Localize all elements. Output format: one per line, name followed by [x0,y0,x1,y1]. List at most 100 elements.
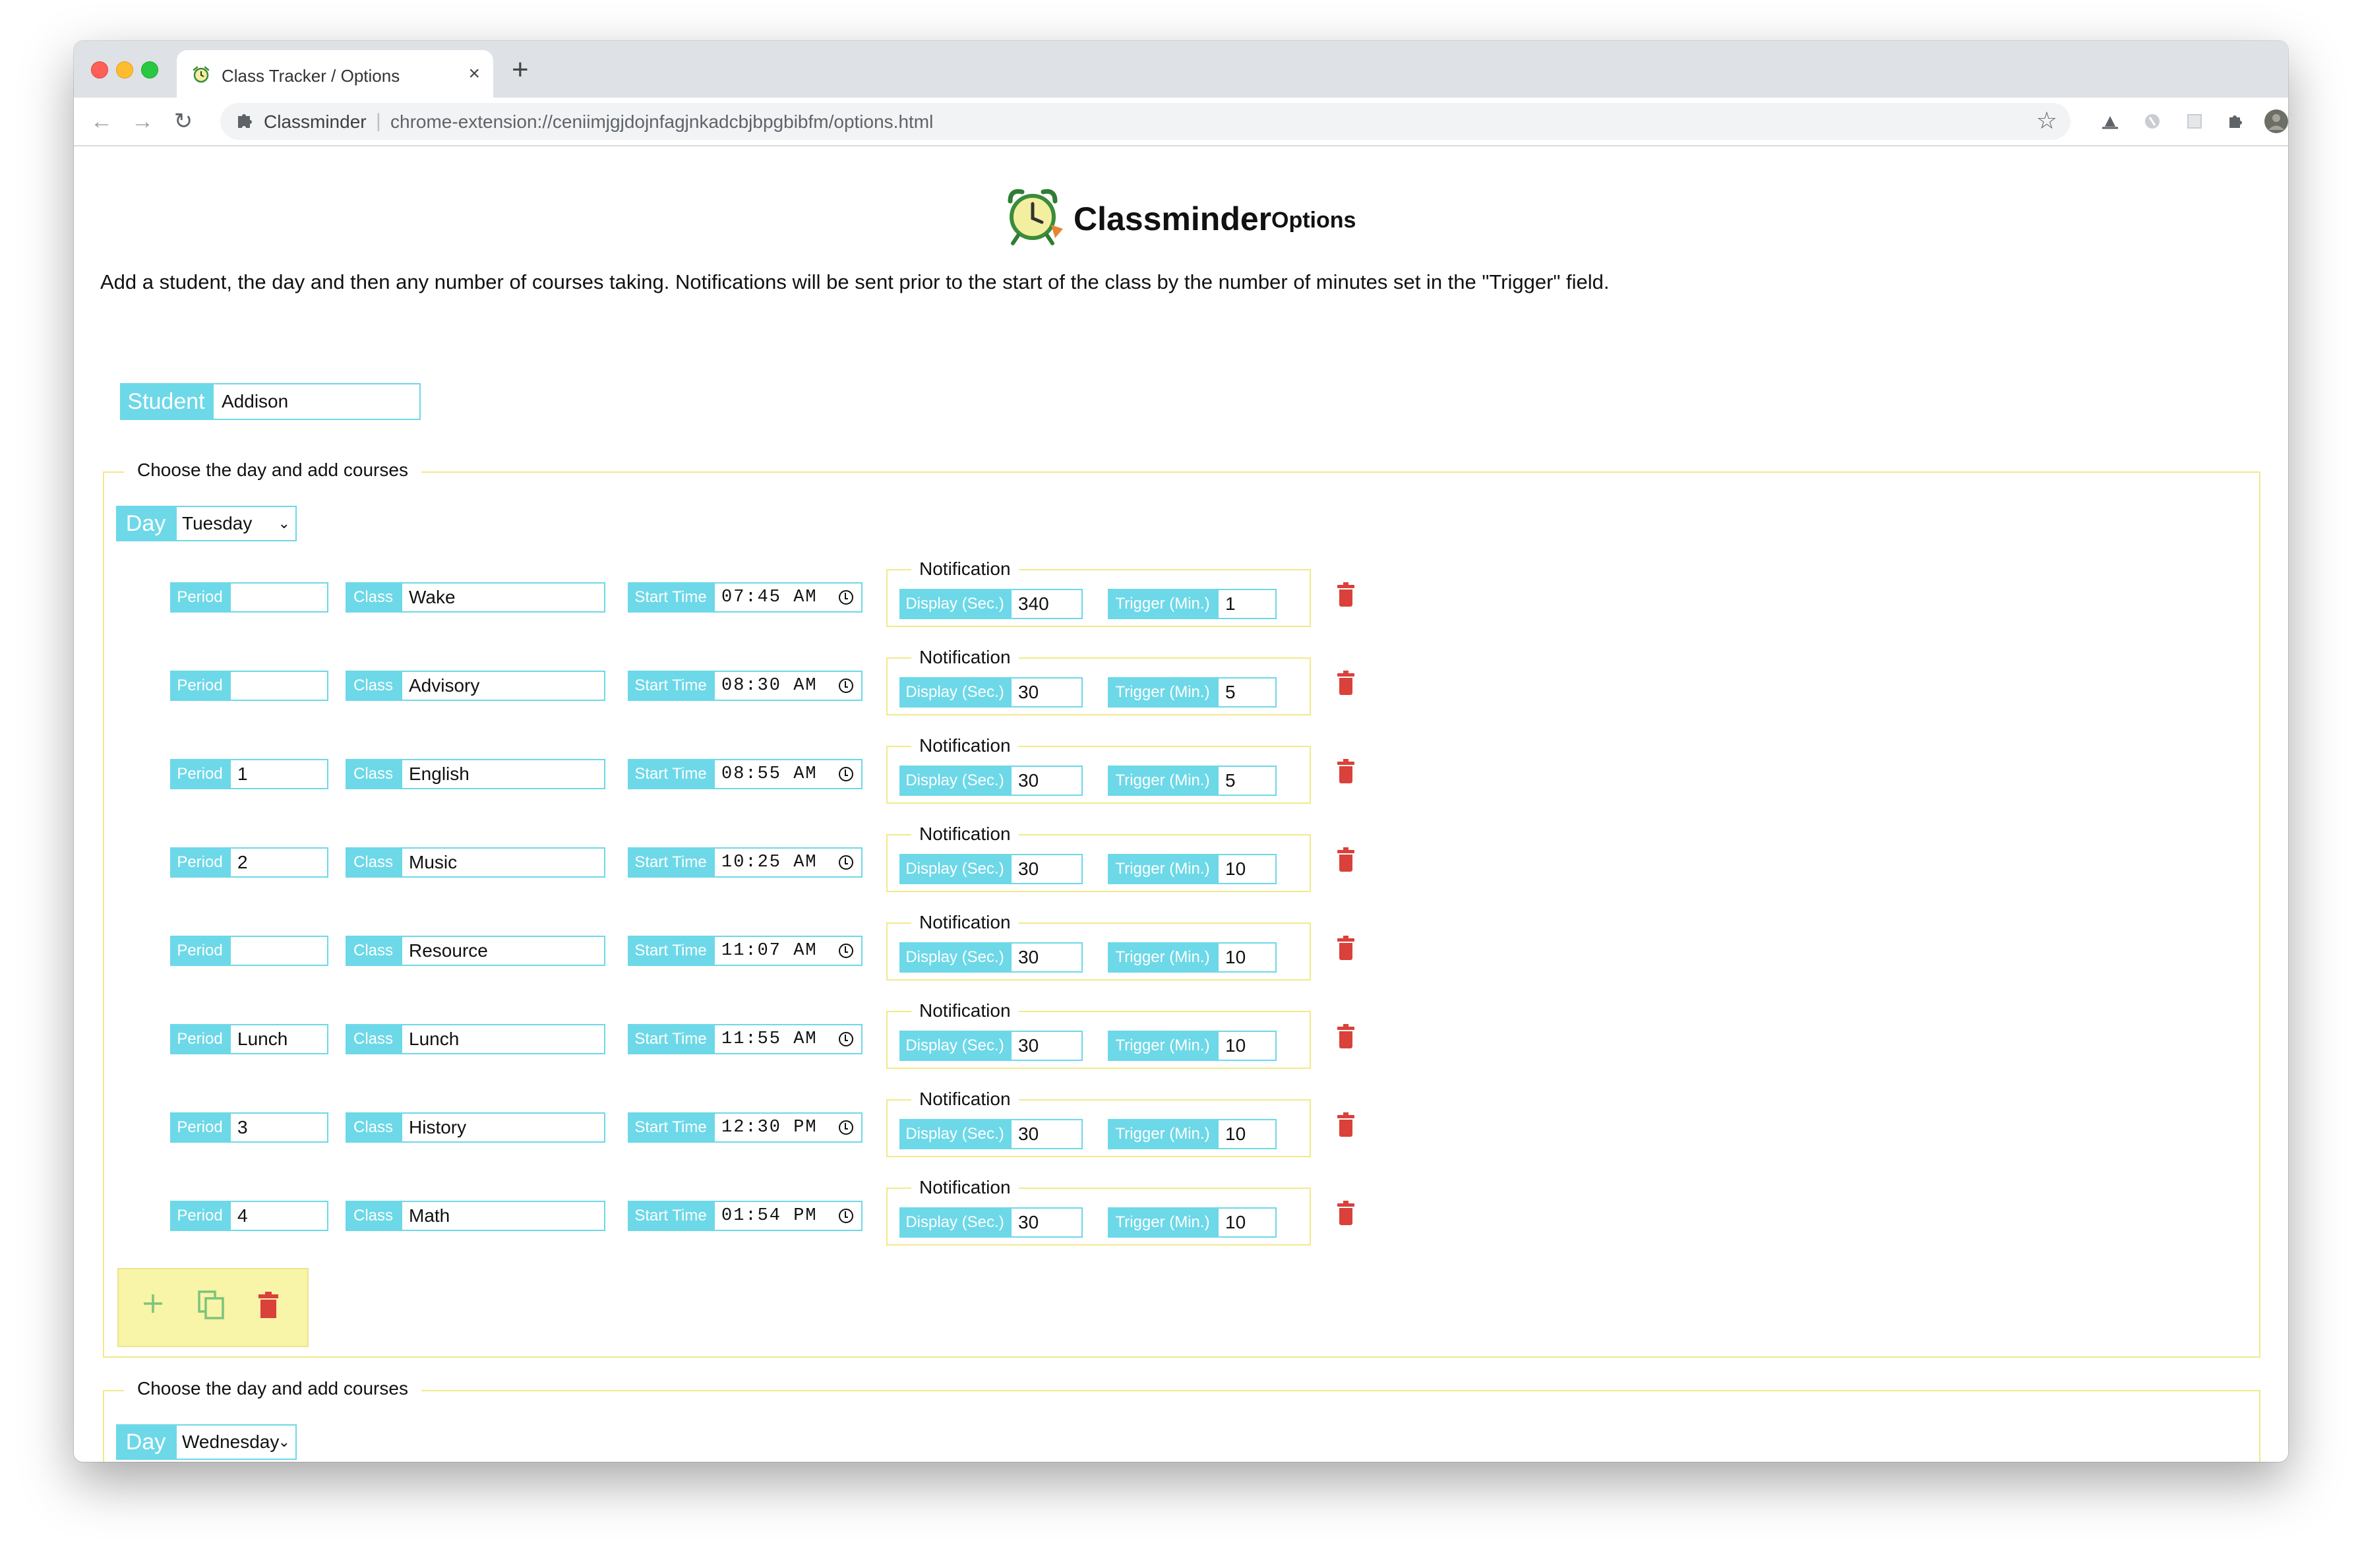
reload-icon[interactable]: ↻ [169,107,198,136]
new-tab-button[interactable]: + [512,55,529,84]
trigger-minutes-input[interactable]: 5 [1217,677,1277,708]
omnibox-separator: | [376,110,381,132]
tab-close-icon[interactable]: × [468,62,480,86]
extension-name: Classminder [264,111,367,132]
period-label: Period [170,1112,229,1143]
delete-course-trash-icon[interactable] [1337,582,1354,607]
bookmark-star-icon[interactable]: ☆ [2036,107,2057,135]
period-input[interactable]: 1 [229,759,328,789]
address-bar[interactable]: Classminder | chrome-extension://ceniimj… [220,103,2071,140]
start-time-value: 07:45 AM [721,588,818,607]
clock-icon[interactable] [839,944,853,958]
display-seconds-input[interactable]: 30 [1010,1207,1083,1238]
tab-options[interactable]: Class Tracker / Options × [177,50,493,98]
add-icon[interactable] [140,1290,166,1317]
day-select[interactable]: Tuesday ⌄ [175,506,297,541]
delete-course-trash-icon[interactable] [1337,671,1354,696]
drive-icon[interactable] [2097,108,2123,135]
clock-icon[interactable] [839,678,853,693]
clock-icon[interactable] [839,1032,853,1046]
extension-circle-icon[interactable] [2139,108,2165,135]
clock-icon[interactable] [839,590,853,605]
period-input[interactable] [229,582,328,613]
class-input[interactable]: Math [401,1201,605,1231]
trigger-label: Trigger (Min.) [1108,1119,1217,1149]
period-input[interactable] [229,671,328,701]
display-seconds-input[interactable]: 30 [1010,942,1083,973]
display-seconds-input[interactable]: 30 [1010,766,1083,796]
class-input[interactable]: English [401,759,605,789]
forward-arrow-icon[interactable]: → [128,107,157,136]
delete-all-trash-icon[interactable] [258,1292,278,1318]
start-time-input[interactable]: 11:07 AM [713,936,863,966]
trigger-minutes-input[interactable]: 10 [1217,1207,1277,1238]
start-time-input[interactable]: 12:30 PM [713,1112,863,1143]
clock-icon[interactable] [839,855,853,870]
start-time-label: Start Time [628,759,713,789]
class-input[interactable]: Lunch [401,1024,605,1054]
class-label: Class [346,1201,401,1231]
display-seconds-input[interactable]: 30 [1010,854,1083,884]
period-label: Period [170,582,229,613]
class-input[interactable]: Advisory [401,671,605,701]
start-time-input[interactable]: 08:55 AM [713,759,863,789]
notification-legend: Notification [911,647,1019,668]
display-seconds-input[interactable]: 30 [1010,1031,1083,1061]
trigger-minutes-input[interactable]: 10 [1217,1031,1277,1061]
period-input[interactable]: Lunch [229,1024,328,1054]
trigger-minutes-input[interactable]: 1 [1217,589,1277,619]
delete-course-trash-icon[interactable] [1337,759,1354,784]
extension-square-icon[interactable] [2181,108,2208,135]
day-select[interactable]: Wednesday ⌄ [175,1424,297,1460]
minimize-window-button[interactable] [116,61,133,78]
notification-legend: Notification [911,735,1019,756]
notification-fieldset: Notification Display (Sec.) 30 Trigger (Min… [886,912,1311,980]
trigger-label: Trigger (Min.) [1108,766,1217,796]
course-row: Period 2 Class Music Start Time 10:25 AM Notif… [104,824,1354,900]
class-label: Class [346,847,401,878]
delete-course-trash-icon[interactable] [1337,847,1354,872]
clock-icon[interactable] [839,1209,853,1223]
delete-course-trash-icon[interactable] [1337,1024,1354,1049]
start-time-input[interactable]: 08:30 AM [713,671,863,701]
back-arrow-icon[interactable]: ← [87,107,116,136]
start-time-input[interactable]: 11:55 AM [713,1024,863,1054]
trigger-minutes-input[interactable]: 10 [1217,1119,1277,1149]
maximize-window-button[interactable] [141,61,158,78]
display-seconds-input[interactable]: 30 [1010,677,1083,708]
trigger-label: Trigger (Min.) [1108,854,1217,884]
clock-icon[interactable] [839,767,853,781]
tab-strip: Class Tracker / Options × + [74,41,2288,98]
start-time-input[interactable]: 10:25 AM [713,847,863,878]
extensions-puzzle-icon[interactable] [2222,108,2249,135]
delete-course-trash-icon[interactable] [1337,1112,1354,1137]
intro-text: Add a student, the day and then any numb… [100,270,1610,293]
clock-icon[interactable] [839,1120,853,1135]
copy-icon[interactable] [197,1289,226,1321]
period-input[interactable]: 3 [229,1112,328,1143]
notification-fieldset: Notification Display (Sec.) 30 Trigger (Min… [886,1177,1311,1246]
class-input[interactable]: History [401,1112,605,1143]
class-input[interactable]: Resource [401,936,605,966]
trigger-minutes-input[interactable]: 5 [1217,766,1277,796]
start-time-value: 11:07 AM [721,941,818,961]
url-text[interactable]: chrome-extension://ceniimjgjdojnfagjnkad… [390,111,933,133]
display-seconds-input[interactable]: 30 [1010,1119,1083,1149]
class-input[interactable]: Wake [401,582,605,613]
delete-course-trash-icon[interactable] [1337,1201,1354,1226]
trigger-minutes-input[interactable]: 10 [1217,942,1277,973]
period-input[interactable]: 4 [229,1201,328,1231]
start-time-input[interactable]: 01:54 PM [713,1201,863,1231]
student-input[interactable]: Addison [212,383,421,420]
close-window-button[interactable] [91,61,108,78]
class-input[interactable]: Music [401,847,605,878]
trigger-minutes-input[interactable]: 10 [1217,854,1277,884]
start-time-input[interactable]: 07:45 AM [713,582,863,613]
display-seconds-input[interactable]: 340 [1010,589,1083,619]
browser-toolbar: ← → ↻ Classminder | chrome-extension://c… [74,98,2288,146]
period-input[interactable]: 2 [229,847,328,878]
period-input[interactable] [229,936,328,966]
start-time-label: Start Time [628,582,713,613]
profile-avatar[interactable] [2263,108,2288,135]
delete-course-trash-icon[interactable] [1337,936,1354,961]
